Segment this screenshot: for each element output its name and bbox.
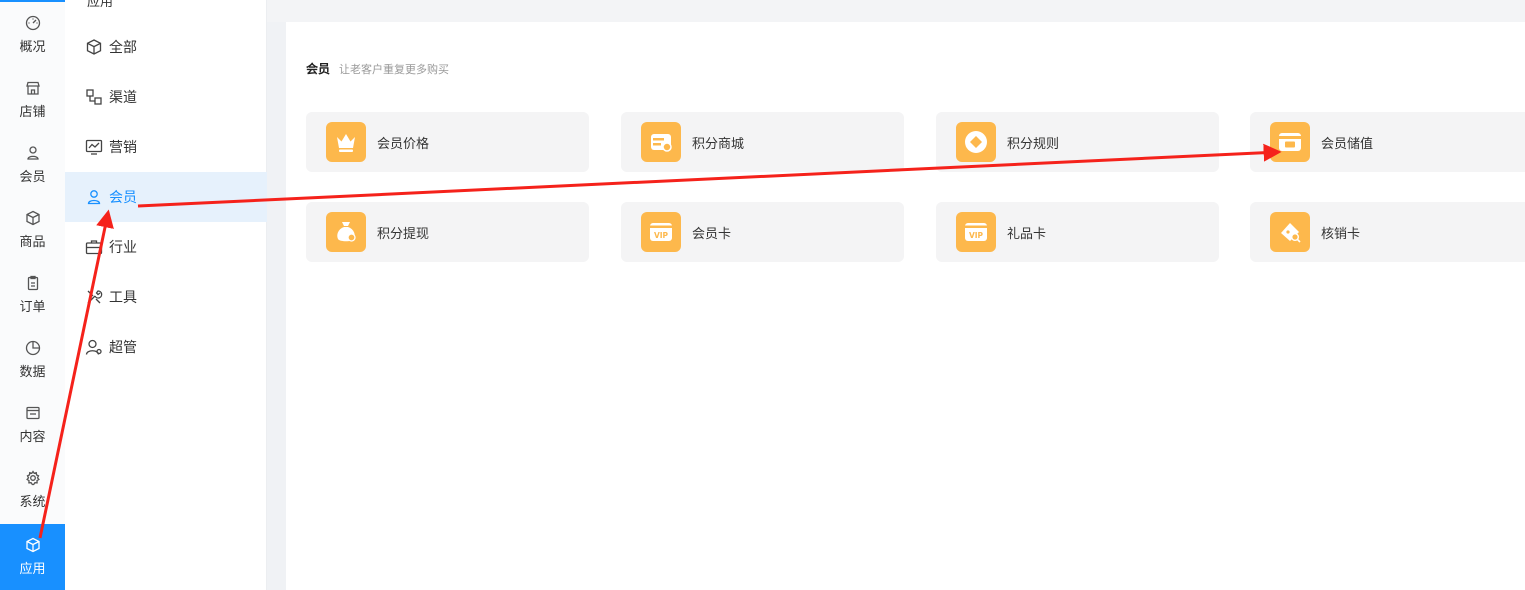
card-label: 积分商城 bbox=[692, 136, 745, 152]
app-card-points-rules[interactable]: 积分规则 bbox=[936, 112, 1219, 172]
rail-item-products[interactable]: 商品 bbox=[0, 197, 65, 262]
submenu-title: 应用 bbox=[65, 0, 135, 11]
submenu-label: 全部 bbox=[109, 40, 137, 56]
svg-text:VIP: VIP bbox=[969, 231, 984, 240]
vip-card-icon: VIP bbox=[641, 212, 681, 252]
app-card-stored-value[interactable]: 会员储值 bbox=[1250, 112, 1525, 172]
submenu-item-members[interactable]: 会员 bbox=[65, 172, 267, 222]
card-label: 积分提现 bbox=[377, 226, 430, 242]
submenu-item-channels[interactable]: 渠道 bbox=[65, 72, 267, 122]
card-label: 会员卡 bbox=[692, 226, 732, 242]
card-label: 会员价格 bbox=[377, 136, 430, 152]
svg-text:VIP: VIP bbox=[654, 231, 669, 240]
ticket-verify-icon bbox=[1270, 212, 1310, 252]
folder-icon bbox=[25, 406, 40, 419]
app-window: 概况 店铺 会员 商品 订单 数据 内容 系统 应用 全部 渠道 营销 会员 行… bbox=[0, 0, 1525, 590]
submenu-item-marketing[interactable]: 营销 bbox=[65, 122, 267, 172]
monitor-chart-icon bbox=[85, 139, 103, 155]
rail-label: 系统 bbox=[19, 494, 46, 510]
points-mall-icon bbox=[641, 122, 681, 162]
user-icon bbox=[26, 145, 39, 160]
cube-icon bbox=[86, 39, 102, 55]
app-card-gift-card[interactable]: VIP 礼品卡 bbox=[936, 202, 1219, 262]
tools-icon bbox=[87, 290, 103, 304]
rail-item-overview[interactable]: 概况 bbox=[0, 2, 65, 67]
pie-chart-icon bbox=[25, 340, 40, 355]
gear-icon bbox=[25, 469, 40, 485]
section-title: 会员 bbox=[306, 62, 331, 76]
rail-label: 概况 bbox=[19, 39, 46, 55]
store-icon bbox=[25, 81, 40, 95]
submenu-label: 营销 bbox=[109, 140, 137, 156]
submenu-label: 渠道 bbox=[109, 90, 137, 106]
rail-item-content[interactable]: 内容 bbox=[0, 392, 65, 457]
clipboard-icon bbox=[27, 275, 38, 290]
submenu-item-industry[interactable]: 行业 bbox=[65, 222, 267, 272]
briefcase-icon bbox=[85, 240, 103, 255]
rail-label: 数据 bbox=[19, 364, 46, 380]
app-card-points-withdraw[interactable]: 积分提现 bbox=[306, 202, 589, 262]
app-card-verify-card[interactable]: 核销卡 bbox=[1250, 202, 1525, 262]
rail-item-members[interactable]: 会员 bbox=[0, 132, 65, 197]
primary-nav-rail: 概况 店铺 会员 商品 订单 数据 内容 系统 应用 bbox=[0, 0, 65, 590]
submenu-label: 工具 bbox=[109, 290, 137, 306]
rail-label: 店铺 bbox=[19, 104, 46, 120]
rail-label: 订单 bbox=[19, 299, 46, 315]
submenu-item-tools[interactable]: 工具 bbox=[65, 272, 267, 322]
vip-card-icon: VIP bbox=[956, 212, 996, 252]
points-coin-icon bbox=[956, 122, 996, 162]
box-icon bbox=[25, 210, 40, 225]
section-subtitle: 让老客户重复更多购买 bbox=[339, 63, 450, 76]
secondary-nav-menu: 全部 渠道 营销 会员 行业 工具 超管 bbox=[65, 0, 267, 590]
section-header: 会员 让老客户重复更多购买 bbox=[306, 60, 449, 77]
submenu-label: 行业 bbox=[109, 240, 137, 256]
rail-label: 商品 bbox=[19, 234, 46, 250]
submenu-label: 超管 bbox=[109, 340, 137, 356]
dashboard-icon bbox=[25, 15, 40, 30]
card-label: 核销卡 bbox=[1321, 226, 1361, 242]
card-label: 礼品卡 bbox=[1007, 226, 1047, 242]
card-label: 会员储值 bbox=[1321, 136, 1374, 152]
rail-label: 应用 bbox=[19, 562, 46, 577]
channels-icon bbox=[86, 89, 102, 105]
rail-label: 内容 bbox=[19, 429, 46, 445]
top-bar bbox=[267, 0, 1525, 22]
card-label: 积分规则 bbox=[1007, 136, 1060, 152]
rail-item-system[interactable]: 系统 bbox=[0, 457, 65, 522]
rail-item-apps[interactable]: 应用 bbox=[0, 524, 65, 590]
rail-item-orders[interactable]: 订单 bbox=[0, 262, 65, 327]
money-bag-icon bbox=[326, 212, 366, 252]
stored-value-icon bbox=[1270, 122, 1310, 162]
cube-icon bbox=[25, 537, 40, 553]
app-card-member-card[interactable]: VIP 会员卡 bbox=[621, 202, 904, 262]
crown-icon bbox=[326, 122, 366, 162]
rail-item-data[interactable]: 数据 bbox=[0, 327, 65, 392]
user-icon bbox=[87, 190, 101, 205]
rail-label: 会员 bbox=[19, 169, 46, 185]
rail-item-store[interactable]: 店铺 bbox=[0, 67, 65, 132]
admin-user-icon bbox=[85, 339, 102, 355]
app-card-member-price[interactable]: 会员价格 bbox=[306, 112, 589, 172]
submenu-label: 会员 bbox=[109, 190, 137, 206]
submenu-item-admin[interactable]: 超管 bbox=[65, 322, 267, 372]
content-panel: 会员 让老客户重复更多购买 会员价格 积分商城 积分规则 会员储值 积分提现 V… bbox=[286, 22, 1525, 590]
submenu-item-all[interactable]: 全部 bbox=[65, 22, 267, 72]
app-card-points-mall[interactable]: 积分商城 bbox=[621, 112, 904, 172]
